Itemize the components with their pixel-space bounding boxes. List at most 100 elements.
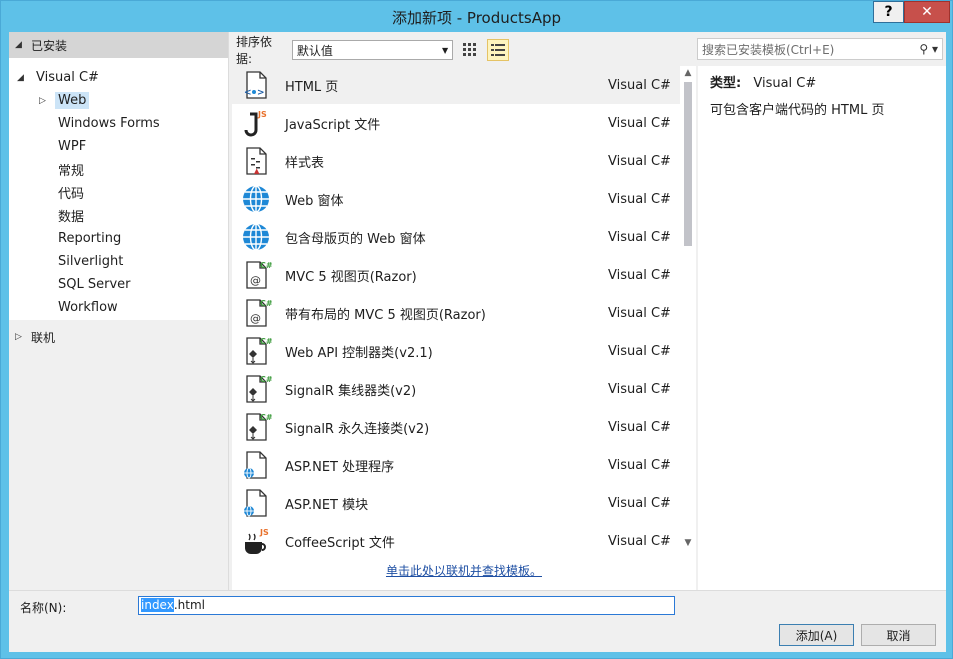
dialog-client: ◢ 已安装 ◢ Visual C# ▷ Web Windows Forms WP… xyxy=(9,32,946,652)
online-templates-link[interactable]: 单击此处以联机并查找模板。 xyxy=(232,562,696,579)
javascript-file-icon: JS xyxy=(240,108,272,138)
class-icon: C# xyxy=(240,412,273,442)
template-description: 可包含客户端代码的 HTML 页 xyxy=(710,103,885,118)
tree-item-data[interactable]: 数据 xyxy=(9,204,228,227)
class-icon: C# xyxy=(240,374,273,404)
collapsed-triangle-icon[interactable]: ▷ xyxy=(39,96,55,106)
name-input[interactable]: index.html xyxy=(138,596,675,615)
template-language: Visual C# xyxy=(608,457,671,473)
tree-item-reporting[interactable]: Reporting xyxy=(9,227,228,250)
template-list: < > HTML 页 Visual C# JS JavaScript 文件 Visual C… xyxy=(232,66,696,590)
tree-item-label: Workflow xyxy=(58,300,118,315)
sort-dropdown[interactable]: 默认值 ▼ xyxy=(291,40,454,60)
class-icon: C# xyxy=(240,336,273,366)
tree-item-label: Visual C# xyxy=(36,70,99,85)
template-row[interactable]: ASP.NET 处理程序 Visual C# xyxy=(232,446,680,484)
tree-item-code[interactable]: 代码 xyxy=(9,181,228,204)
tree-item-general[interactable]: 常规 xyxy=(9,158,228,181)
template-row[interactable]: ASP.NET 模块 Visual C# xyxy=(232,484,680,522)
template-language: Visual C# xyxy=(608,115,671,131)
cancel-button[interactable]: 取消 xyxy=(861,624,936,646)
template-search-box[interactable]: 搜索已安装模板(Ctrl+E) ⚲ ▾ xyxy=(697,38,943,60)
tree-item-label: SQL Server xyxy=(58,277,131,292)
name-rest-text: .html xyxy=(173,598,205,612)
coffee-icon: JS xyxy=(240,526,272,554)
template-row[interactable]: JS JavaScript 文件 Visual C# xyxy=(232,104,680,142)
template-row[interactable]: @ C# MVC 5 视图页(Razor) Visual C# xyxy=(232,256,680,294)
svg-text:>: > xyxy=(257,88,265,98)
template-language: Visual C# xyxy=(608,495,671,511)
template-language: Visual C# xyxy=(608,229,671,245)
online-label: 联机 xyxy=(31,330,56,345)
tree-item-label: 数据 xyxy=(58,210,85,225)
tree-item-label: 常规 xyxy=(58,164,85,179)
category-pane: ◢ 已安装 ◢ Visual C# ▷ Web Windows Forms WP… xyxy=(9,32,229,590)
type-value: Visual C# xyxy=(753,76,817,91)
detail-pane: 类型: Visual C# 可包含客户端代码的 HTML 页 xyxy=(698,66,946,590)
search-icon[interactable]: ⚲ ▾ xyxy=(919,42,938,56)
title-bar[interactable]: 添加新项 - ProductsApp ? ✕ xyxy=(1,1,952,31)
installed-label: 已安装 xyxy=(31,38,68,53)
tree-item-silverlight[interactable]: Silverlight xyxy=(9,250,228,273)
razor-view-icon: @ C# xyxy=(240,298,273,328)
expanded-triangle-icon: ◢ xyxy=(15,40,22,50)
stylesheet-icon: ▲ xyxy=(240,146,272,176)
template-row[interactable]: C# SignalR 集线器类(v2) Visual C# xyxy=(232,370,680,408)
template-row[interactable]: Web 窗体 Visual C# xyxy=(232,180,680,218)
scroll-down-icon[interactable]: ▼ xyxy=(680,538,696,552)
template-row[interactable]: ▲ 样式表 Visual C# xyxy=(232,142,680,180)
name-selected-text: index xyxy=(141,598,174,612)
template-row[interactable]: @ C# 带有布局的 MVC 5 视图页(Razor) Visual C# xyxy=(232,294,680,332)
aspnet-file-icon xyxy=(240,450,272,480)
help-button[interactable]: ? xyxy=(873,1,904,23)
template-name: ASP.NET 处理程序 xyxy=(285,459,395,475)
tree-item-sql-server[interactable]: SQL Server xyxy=(9,273,228,296)
list-view-button[interactable] xyxy=(487,39,510,61)
collapsed-triangle-icon: ▷ xyxy=(15,332,22,342)
name-label: 名称(N): xyxy=(20,601,67,615)
template-language: Visual C# xyxy=(608,419,671,435)
tile-view-button[interactable] xyxy=(459,39,481,61)
svg-text:JS: JS xyxy=(259,528,269,537)
svg-text:C#: C# xyxy=(260,413,272,422)
list-scrollbar[interactable]: ▲ ▼ xyxy=(680,66,696,554)
template-row[interactable]: JS CoffeeScript 文件 Visual C# xyxy=(232,522,680,554)
svg-text:C#: C# xyxy=(260,375,272,384)
tree-item-web[interactable]: ▷ Web xyxy=(9,89,228,112)
sort-value: 默认值 xyxy=(296,43,333,58)
template-row[interactable]: C# SignalR 永久连接类(v2) Visual C# xyxy=(232,408,680,446)
svg-text:▲: ▲ xyxy=(254,167,260,175)
tree-item-label: Web xyxy=(55,92,90,109)
svg-text:JS: JS xyxy=(257,110,267,119)
tree-item-workflow[interactable]: Workflow xyxy=(9,296,228,319)
scroll-thumb[interactable] xyxy=(684,82,692,246)
dialog-window: 添加新项 - ProductsApp ? ✕ ◢ 已安装 ◢ Visual C#… xyxy=(0,0,953,659)
template-rows: < > HTML 页 Visual C# JS JavaScript 文件 Visual C… xyxy=(232,66,680,554)
installed-header[interactable]: ◢ 已安装 xyxy=(9,32,228,58)
close-button[interactable]: ✕ xyxy=(904,1,950,23)
search-placeholder: 搜索已安装模板(Ctrl+E) xyxy=(702,42,835,57)
template-name: HTML 页 xyxy=(285,79,339,95)
tree-item-label: Silverlight xyxy=(58,254,124,269)
razor-view-icon: @ C# xyxy=(240,260,273,290)
chevron-down-icon: ▼ xyxy=(442,45,449,55)
tree-item-wpf[interactable]: WPF xyxy=(9,135,228,158)
template-name: ASP.NET 模块 xyxy=(285,497,369,513)
online-header[interactable]: ▷ 联机 xyxy=(9,324,228,350)
template-name: SignalR 永久连接类(v2) xyxy=(285,421,430,437)
scroll-up-icon[interactable]: ▲ xyxy=(680,68,696,82)
template-row[interactable]: C# Web API 控制器类(v2.1) Visual C# xyxy=(232,332,680,370)
add-button[interactable]: 添加(A) xyxy=(779,624,854,646)
template-row[interactable]: < > HTML 页 Visual C# xyxy=(232,66,680,104)
tree-item-visual-csharp[interactable]: ◢ Visual C# xyxy=(9,66,228,89)
aspnet-file-icon xyxy=(240,488,272,518)
tree-item-label: 代码 xyxy=(58,187,85,202)
template-row[interactable]: 包含母版页的 Web 窗体 Visual C# xyxy=(232,218,680,256)
template-name: 带有布局的 MVC 5 视图页(Razor) xyxy=(285,307,486,323)
expanded-triangle-icon: ◢ xyxy=(17,72,24,83)
list-view-icon xyxy=(491,44,506,56)
globe-icon xyxy=(240,222,272,252)
svg-text:C#: C# xyxy=(260,337,272,346)
tree-item-windows-forms[interactable]: Windows Forms xyxy=(9,112,228,135)
tree-item-label: Reporting xyxy=(58,231,122,246)
